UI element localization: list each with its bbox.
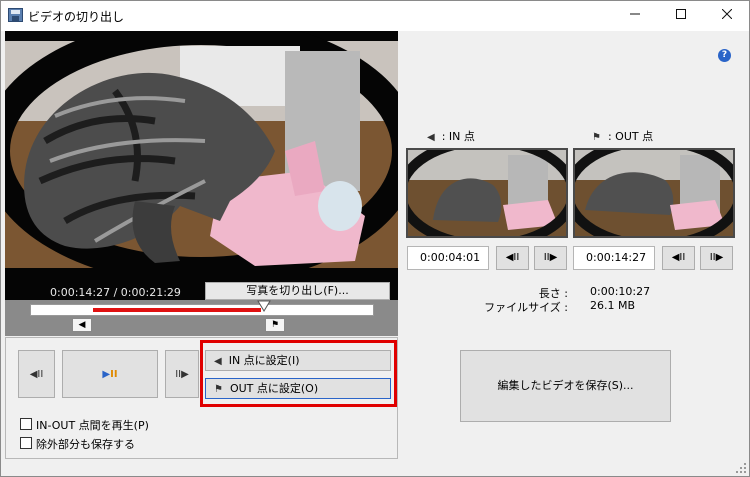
window-title: ビデオの切り出し bbox=[28, 10, 125, 24]
in-header-label: : IN 点 bbox=[441, 130, 475, 143]
in-step-back-icon: ◀II bbox=[505, 252, 520, 263]
resize-grip[interactable] bbox=[735, 462, 747, 474]
pause-icon: II bbox=[110, 369, 118, 380]
step-back-icon: ◀II bbox=[29, 369, 44, 380]
step-back-button[interactable]: ◀II bbox=[18, 350, 55, 398]
out-header-label: : OUT 点 bbox=[607, 130, 654, 143]
out-header-icon: ⚑ bbox=[592, 132, 601, 143]
play-icon: ▶ bbox=[102, 369, 111, 380]
snapshot-button[interactable]: 写真を切り出し(F)... bbox=[205, 282, 390, 300]
play-pause-button[interactable]: ▶II bbox=[62, 350, 158, 398]
out-point-thumbnail bbox=[573, 148, 735, 238]
in-step-forward-button[interactable]: II▶ bbox=[534, 246, 567, 270]
out-step-back-icon: ◀II bbox=[671, 252, 686, 263]
in-point-icon: ◀ bbox=[214, 356, 222, 367]
in-point-marker[interactable]: ◀ bbox=[72, 318, 92, 332]
filesize-value: 26.1 MB bbox=[590, 299, 636, 312]
close-icon bbox=[721, 8, 733, 20]
set-out-point-button[interactable]: ⚑ OUT 点に設定(O) bbox=[205, 378, 391, 399]
out-step-forward-button[interactable]: II▶ bbox=[700, 246, 733, 270]
time-display: 0:00:14:27 / 0:00:21:29 bbox=[50, 286, 181, 299]
video-preview[interactable] bbox=[5, 31, 398, 268]
out-point-icon: ⚑ bbox=[214, 384, 223, 395]
out-time-field[interactable]: 0:00:14:27 bbox=[573, 246, 655, 270]
save-excluded-checkbox[interactable] bbox=[20, 437, 32, 449]
in-thumbnail-image bbox=[408, 150, 566, 236]
playhead-handle[interactable] bbox=[257, 300, 271, 312]
step-forward-icon: II▶ bbox=[175, 369, 189, 380]
out-point-marker[interactable]: ⚑ bbox=[265, 318, 285, 332]
save-video-button[interactable]: 編集したビデオを保存(S)... bbox=[460, 350, 671, 422]
play-inout-label: IN-OUT 点間を再生(P) bbox=[36, 419, 149, 432]
in-header: ◀ : IN 点 bbox=[427, 128, 475, 144]
out-header: ⚑ : OUT 点 bbox=[592, 128, 653, 144]
maximize-icon bbox=[676, 9, 686, 19]
resize-grip-icon bbox=[736, 463, 746, 473]
in-header-icon: ◀ bbox=[427, 132, 435, 143]
set-in-point-label: IN 点に設定(I) bbox=[228, 354, 300, 367]
set-out-point-label: OUT 点に設定(O) bbox=[229, 382, 319, 395]
minimize-button[interactable] bbox=[612, 0, 658, 31]
app-icon bbox=[8, 8, 23, 22]
save-excluded-label: 除外部分も保存する bbox=[36, 438, 135, 451]
video-frame-image bbox=[5, 31, 398, 268]
help-icon[interactable]: ? bbox=[718, 49, 731, 62]
out-thumbnail-image bbox=[575, 150, 733, 236]
selected-range bbox=[93, 308, 261, 312]
minimize-icon bbox=[630, 13, 640, 15]
maximize-button[interactable] bbox=[658, 0, 704, 31]
out-step-forward-icon: II▶ bbox=[709, 252, 724, 263]
in-step-forward-icon: II▶ bbox=[543, 252, 558, 263]
in-point-thumbnail bbox=[406, 148, 568, 238]
close-button[interactable] bbox=[704, 0, 750, 31]
out-marker-icon: ⚑ bbox=[270, 320, 280, 330]
length-value: 0:00:10:27 bbox=[590, 285, 651, 298]
out-step-back-button[interactable]: ◀II bbox=[662, 246, 695, 270]
play-inout-checkbox[interactable] bbox=[20, 418, 32, 430]
filesize-label: ファイルサイズ : bbox=[484, 301, 568, 314]
step-forward-button[interactable]: II▶ bbox=[165, 350, 199, 398]
in-time-field[interactable]: 0:00:04:01 bbox=[407, 246, 489, 270]
in-step-back-button[interactable]: ◀II bbox=[496, 246, 529, 270]
in-marker-icon: ◀ bbox=[78, 320, 86, 330]
set-in-point-button[interactable]: ◀ IN 点に設定(I) bbox=[205, 350, 391, 371]
playhead-icon bbox=[257, 300, 271, 312]
